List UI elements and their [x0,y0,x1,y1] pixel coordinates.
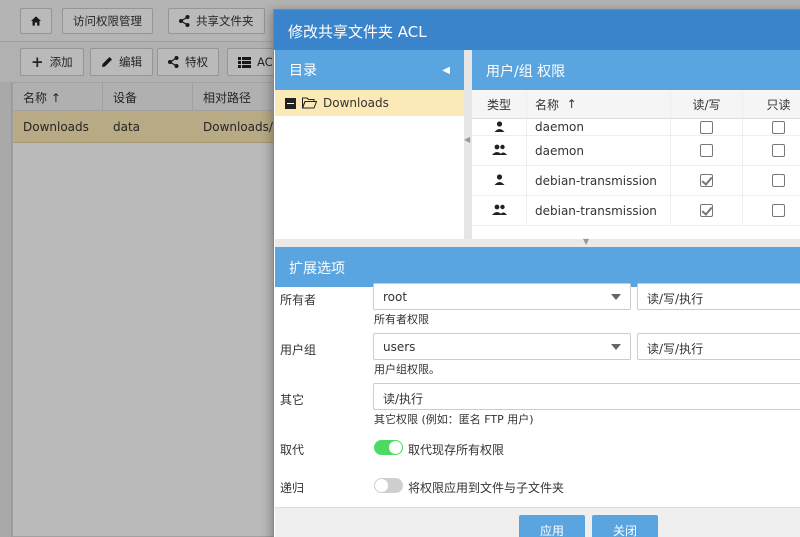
directory-header-label: 目录 [289,63,317,79]
rw-checkbox[interactable] [700,204,713,217]
toggle-knob [375,479,388,492]
owner-select[interactable]: root [373,283,631,310]
ro-checkbox[interactable] [772,144,785,157]
owner-hint: 所有者权限 [374,313,429,326]
recursive-text: 将权限应用到文件与子文件夹 [408,481,565,495]
other-hint: 其它权限 (例如：匿名 FTP 用户) [374,413,534,426]
group-perm-select[interactable]: 读/写/执行 [637,333,800,360]
ro-checkbox[interactable] [772,204,785,217]
group-perm-value: 读/写/执行 [647,342,704,356]
cell-name: daemon [526,119,670,135]
directory-item-label: Downloads [323,96,389,110]
group-hint: 用户组权限。 [374,363,440,376]
dialog-footer: 应用 关闭 [275,507,800,537]
table-row[interactable]: daemon [472,119,800,136]
group-icon [472,144,526,158]
owner-label: 所有者 [280,293,317,307]
directory-header: 目录 ◀ [275,50,464,90]
column-header-type[interactable]: 类型 [472,96,526,113]
ro-checkbox[interactable] [772,174,785,187]
group-label: 用户组 [280,343,317,357]
column-header-rw[interactable]: 读/写 [670,90,742,118]
other-label: 其它 [280,393,305,407]
collapse-arrow-icon[interactable]: ◀ [464,135,470,144]
column-header-ro[interactable]: 只读 [742,90,800,118]
permissions-table: 类型 名称 ↑ 读/写 只读 daemon daemon debian-tran… [472,90,800,226]
other-value: 读/执行 [383,392,424,406]
replace-toggle[interactable] [374,440,403,455]
group-select[interactable]: users [373,333,631,360]
recursive-toggle[interactable] [374,478,403,493]
rw-checkbox[interactable] [700,144,713,157]
dialog-title: 修改共享文件夹 ACL [274,10,800,50]
owner-value: root [383,290,408,304]
toggle-knob [389,441,402,454]
replace-text: 取代现存所有权限 [408,443,505,457]
group-value: users [383,340,416,354]
collapse-left-icon[interactable]: ◀ [442,65,450,76]
vertical-splitter[interactable]: ◀ [464,50,472,239]
cell-name: daemon [526,136,670,165]
rw-checkbox[interactable] [700,120,713,134]
user-icon [472,121,526,135]
ro-checkbox[interactable] [772,120,785,134]
chevron-down-icon [611,294,621,300]
chevron-down-icon [611,344,621,350]
owner-perm-value: 读/写/执行 [647,292,704,306]
recursive-label: 递归 [280,481,305,495]
rw-checkbox[interactable] [700,174,713,187]
apply-button[interactable]: 应用 [519,515,585,537]
table-row[interactable]: debian-transmission [472,196,800,226]
permissions-panel: 用户/组 权限 类型 名称 ↑ 读/写 只读 daemon daemon deb… [472,50,800,239]
table-row[interactable]: daemon [472,136,800,166]
cell-name: debian-transmission [526,196,670,225]
directory-tree-item[interactable]: Downloads [275,90,464,116]
close-button[interactable]: 关闭 [592,515,658,537]
cell-name: debian-transmission [526,166,670,195]
directory-panel: 目录 ◀ Downloads [275,50,465,239]
user-icon [472,173,526,188]
permissions-table-header: 类型 名称 ↑ 读/写 只读 [472,90,800,119]
table-row[interactable]: debian-transmission [472,166,800,196]
acl-dialog: 修改共享文件夹 ACL 目录 ◀ Downloads ◀ 用户/组 权限 类型 … [273,9,800,537]
horizontal-splitter[interactable]: ▼ [275,237,800,247]
column-header-name[interactable]: 名称 ↑ [526,90,670,118]
extended-options-header: 扩展选项 [275,247,800,287]
group-icon [472,204,526,218]
folder-open-icon [302,97,317,109]
collapse-node-icon[interactable] [285,97,296,109]
collapse-down-icon[interactable]: ▼ [583,237,589,246]
other-select[interactable]: 读/执行 [373,383,800,410]
replace-label: 取代 [280,443,305,457]
owner-perm-select[interactable]: 读/写/执行 [637,283,800,310]
permissions-header: 用户/组 权限 [472,50,800,90]
